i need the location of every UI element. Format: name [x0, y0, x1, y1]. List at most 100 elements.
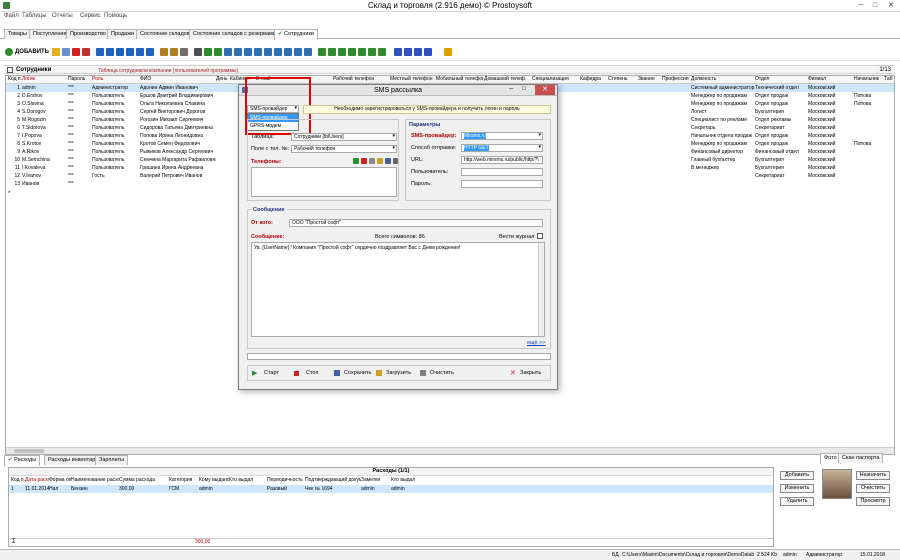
dialog-maximize-icon[interactable]: □ — [522, 86, 526, 92]
delete-all-icon[interactable] — [82, 48, 90, 56]
user-field[interactable] — [461, 168, 543, 176]
grid-column-header[interactable]: Специализация — [532, 76, 580, 84]
attach-icon[interactable] — [378, 48, 386, 56]
dialog-minimize-icon[interactable]: ─ — [509, 86, 513, 92]
next-icon[interactable] — [414, 48, 422, 56]
import-icon[interactable] — [224, 48, 232, 56]
sms-icon[interactable] — [284, 48, 292, 56]
filter-remove-icon[interactable] — [116, 48, 124, 56]
add-phone-icon[interactable] — [353, 158, 359, 164]
expenses-column-header[interactable]: Категория — [169, 477, 199, 485]
mail-icon[interactable] — [294, 48, 302, 56]
search-phone-icon[interactable] — [393, 158, 398, 164]
delete-expense-button[interactable]: Удалить — [780, 497, 814, 506]
sync-icon[interactable] — [318, 48, 326, 56]
menu-file[interactable]: Файл — [4, 13, 19, 19]
grid-column-header[interactable]: Мобильный телефон — [436, 76, 484, 84]
send-method-select[interactable]: HTTP GET ▾ — [461, 144, 543, 152]
report-icon[interactable] — [264, 48, 272, 56]
grid-column-header[interactable]: Местный телефон — [390, 76, 436, 84]
note-icon[interactable] — [358, 48, 366, 56]
journal-checkbox[interactable] — [537, 233, 543, 239]
excel-icon[interactable] — [204, 48, 212, 56]
calc-icon[interactable] — [338, 48, 346, 56]
url-field[interactable]: http://web.mirsms.ru/public/http/?\ — [461, 156, 543, 164]
close-icon[interactable]: ✕ — [884, 0, 898, 11]
expenses-column-header[interactable]: Кто выдал — [391, 477, 421, 485]
expenses-column-header[interactable]: Дата расхода — [25, 477, 49, 485]
save-list-icon[interactable] — [385, 158, 391, 164]
tab-employees[interactable]: ✔ Сотрудники — [274, 29, 318, 40]
assign-photo-button[interactable]: Назначить — [856, 471, 890, 480]
table-icon[interactable] — [234, 48, 242, 56]
expenses-column-header[interactable]: Периодичность — [267, 477, 305, 485]
tab-passport[interactable]: Скан паспорта — [838, 453, 884, 463]
phone-field-select[interactable]: Рабочий телефон ▾ — [291, 145, 397, 153]
menu-reports[interactable]: Отчеты — [52, 13, 73, 19]
grid-column-header[interactable]: Логин — [22, 76, 68, 84]
grid-column-header[interactable]: Степень — [608, 76, 638, 84]
tab-expenses[interactable]: ✔ Расходы — [4, 455, 41, 466]
filter-clear-icon[interactable] — [126, 48, 134, 56]
tab-stock[interactable]: Состояние складов — [136, 29, 194, 39]
grid-column-header[interactable]: Рабочий телефон — [333, 76, 390, 84]
export-icon[interactable] — [214, 48, 222, 56]
message-textarea[interactable]: Ув. [UserName] ! Компания "Простой софт"… — [251, 242, 545, 337]
load-button[interactable]: Загрузить — [386, 370, 411, 376]
first-icon[interactable] — [394, 48, 402, 56]
menu-help[interactable]: Помощь — [104, 13, 127, 19]
expenses-column-header[interactable]: Кому выдано — [199, 477, 229, 485]
copy-icon[interactable] — [62, 48, 70, 56]
menu-tables[interactable]: Таблицы — [22, 13, 47, 19]
expenses-column-header[interactable]: Подтверждающий документ — [305, 477, 361, 485]
grid-column-header[interactable]: Звание — [638, 76, 662, 84]
expenses-column-header[interactable]: Заметки — [361, 477, 391, 485]
print-icon[interactable] — [194, 48, 202, 56]
tab-salaries[interactable]: Зарплаты — [95, 455, 129, 465]
filter-save-icon[interactable] — [146, 48, 154, 56]
grid-column-header[interactable]: Домашний телеф. — [484, 76, 532, 84]
prev-icon[interactable] — [404, 48, 412, 56]
expenses-column-header[interactable]: Форма оплаты — [49, 477, 71, 485]
tab-goods[interactable]: Товары — [4, 29, 31, 39]
expenses-column-header[interactable]: Код п. — [11, 477, 25, 485]
remove-phone-icon[interactable] — [361, 158, 367, 164]
calendar-icon[interactable] — [348, 48, 356, 56]
grid-column-header[interactable]: Роль — [92, 76, 140, 84]
menu-service[interactable]: Сервис — [80, 13, 101, 19]
dialog-close-icon[interactable]: ✕ — [535, 85, 555, 95]
minimize-icon[interactable]: ─ — [854, 0, 868, 11]
tab-inventory-expenses[interactable]: Расходы инвентаря — [44, 455, 103, 465]
more-link[interactable]: ещё >> — [527, 340, 546, 346]
grid-column-header[interactable]: Должность — [691, 76, 755, 84]
sms-provider-select[interactable]: Mirsms.ru ▾ — [461, 132, 543, 140]
filter-settings-icon[interactable] — [136, 48, 144, 56]
chart-icon[interactable] — [274, 48, 282, 56]
add-expense-button[interactable]: Добавить — [780, 471, 814, 480]
textarea-scrollbar[interactable] — [538, 243, 544, 336]
link-icon[interactable] — [368, 48, 376, 56]
grid-column-header[interactable]: Таб — [884, 76, 898, 84]
expenses-row[interactable]: 1 11.01.2014 Нал Бензин 300,00 ГСМ admin Разовы… — [9, 485, 773, 493]
phone-list-icon[interactable] — [369, 158, 375, 164]
group-icon[interactable] — [170, 48, 178, 56]
columns-icon[interactable] — [244, 48, 252, 56]
grid-column-header[interactable]: Профессия — [662, 76, 691, 84]
warning-icon[interactable] — [444, 48, 452, 56]
table-select[interactable]: Сотрудники [tblUsers] ▾ — [291, 133, 397, 141]
expenses-column-header[interactable]: Сумма расхода — [119, 477, 169, 485]
clear-photo-button[interactable]: Очистить — [856, 484, 890, 493]
grid-column-header[interactable]: Код п. — [8, 76, 22, 84]
open-icon[interactable] — [377, 158, 383, 164]
grid-column-header[interactable]: Отдел — [755, 76, 808, 84]
close-button[interactable]: Закрыть — [520, 370, 541, 376]
edit-icon[interactable] — [52, 48, 60, 56]
filter-add-icon[interactable] — [106, 48, 114, 56]
refresh-icon[interactable] — [328, 48, 336, 56]
grid-column-header[interactable]: Пароль — [68, 76, 92, 84]
add-button[interactable]: ДОБАВИТЬ — [15, 49, 49, 55]
tab-receipts[interactable]: Поступления — [29, 29, 71, 39]
filter-icon[interactable] — [96, 48, 104, 56]
phones-textarea[interactable] — [251, 167, 397, 197]
edit-expense-button[interactable]: Изменить — [780, 484, 814, 493]
